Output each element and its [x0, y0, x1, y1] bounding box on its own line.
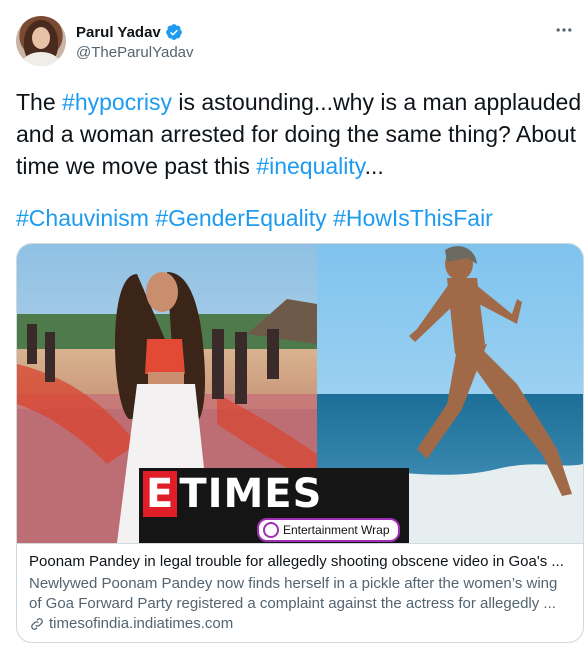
etimes-logo-block: E TIMES Entertainment Wrap: [139, 468, 409, 543]
etimes-logo-text: TIMES: [179, 471, 323, 517]
tweet-text: The #hypocrisy is astounding...why is a …: [16, 86, 586, 182]
author-name-row[interactable]: Parul Yadav: [76, 23, 183, 41]
card-description-line: Newlywed Poonam Pandey now finds herself…: [29, 575, 558, 592]
wrap-ring-icon: [263, 522, 279, 538]
card-domain-text[interactable]: timesofindia.indiatimes.com: [49, 615, 233, 632]
link-card[interactable]: E TIMES Entertainment Wrap Poonam Pandey …: [16, 243, 584, 643]
etimes-logo-letter: E: [143, 471, 178, 517]
tweet-text-part: ...: [364, 153, 384, 179]
avatar[interactable]: [16, 16, 66, 66]
entertainment-wrap-label: Entertainment Wrap: [283, 523, 390, 537]
tweet: Parul Yadav @TheParulYadav The #hypocris…: [0, 0, 588, 650]
author-name[interactable]: Parul Yadav: [76, 24, 161, 41]
more-icon[interactable]: [554, 20, 574, 45]
hashtags-line: #Chauvinism #GenderEquality #HowIsThisFa…: [16, 202, 493, 234]
card-description-line: of Goa Forward Party registered a compla…: [29, 595, 556, 612]
link-icon: [31, 617, 43, 630]
card-domain[interactable]: timesofindia.indiatimes.com: [29, 615, 233, 632]
entertainment-wrap-badge: Entertainment Wrap: [257, 518, 400, 542]
tweet-text-part: The: [16, 89, 63, 115]
verified-badge-icon: [165, 24, 182, 40]
card-description: Newlywed Poonam Pandey now finds herself…: [29, 574, 574, 614]
hashtag-link[interactable]: #HowIsThisFair: [333, 205, 493, 231]
card-meta[interactable]: Poonam Pandey in legal trouble for alleg…: [17, 543, 583, 642]
hashtag-link[interactable]: #Chauvinism: [16, 205, 149, 231]
hashtag-link[interactable]: #hypocrisy: [62, 89, 172, 115]
hashtag-link[interactable]: #inequality: [256, 153, 364, 179]
hashtag-link[interactable]: #GenderEquality: [155, 205, 326, 231]
author-handle[interactable]: @TheParulYadav: [76, 44, 194, 61]
card-title[interactable]: Poonam Pandey in legal trouble for alleg…: [29, 553, 574, 570]
